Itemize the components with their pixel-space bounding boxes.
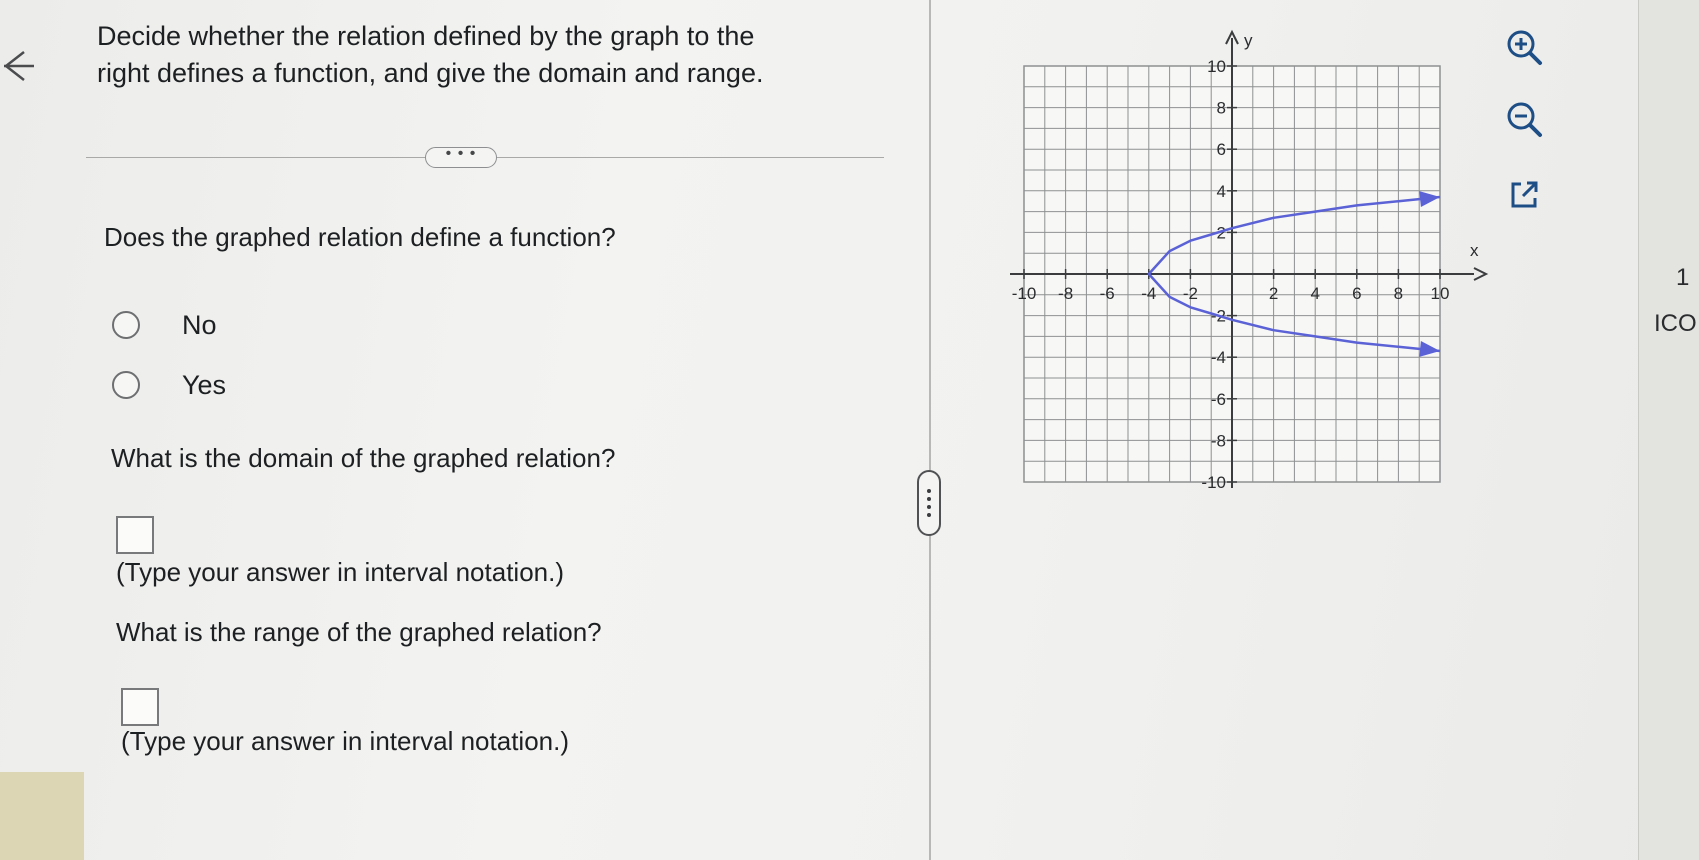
y-axis-label: y [1244,31,1253,50]
edge-number: 1 [1676,264,1690,291]
radio-yes[interactable] [112,371,140,399]
question-line-1: Decide whether the relation defined by t… [97,21,755,51]
x-tick-label: -8 [1058,284,1073,303]
option-yes[interactable]: Yes [112,365,226,405]
question-line-2: right defines a function, and give the d… [97,58,764,88]
section-divider-left [86,157,426,158]
relation-graph: xy-10 -8 -6 -4 -2 2 4 6 8 10108642-2-4-6-8-10 [1010,29,1489,492]
y-tick-label: -6 [1211,390,1226,409]
y-tick-label: 8 [1217,99,1226,118]
expand-question-button[interactable]: • • • [425,146,497,168]
y-tick-label: 4 [1217,182,1226,201]
x-tick-label: 8 [1394,284,1403,303]
range-answer-input[interactable] [121,688,159,726]
page: Decide whether the relation defined by t… [0,0,1699,860]
y-tick-label: -8 [1211,431,1226,450]
section-divider-right [497,157,884,158]
y-tick-label: -10 [1201,473,1226,492]
next-panel-edge [1638,0,1699,860]
range-hint: (Type your answer in interval notation.) [121,726,569,756]
option-no-label: No [182,309,217,340]
domain-hint: (Type your answer in interval notation.) [116,557,564,587]
domain-question: What is the domain of the graphed relati… [111,443,616,473]
zoom-out-icon[interactable] [1501,96,1547,142]
y-tick-label: 6 [1217,140,1226,159]
back-arrow-icon[interactable] [0,44,44,84]
function-question: Does the graphed relation define a funct… [104,222,616,252]
y-tick-label: 10 [1207,57,1226,76]
bottom-left-background [0,772,84,860]
panel-divider [929,0,931,860]
y-tick-label: -4 [1211,348,1226,367]
x-axis-arrow [1473,267,1489,281]
x-axis-label: x [1470,241,1479,260]
x-tick-label: -4 [1141,284,1156,303]
radio-no[interactable] [112,311,140,339]
panel-resize-handle[interactable] [917,470,941,536]
question-text: Decide whether the relation defined by t… [97,18,867,92]
x-tick-label: -2 [1183,284,1198,303]
edge-word: ICO [1654,310,1697,337]
x-tick-label: 4 [1310,284,1319,303]
zoom-in-icon[interactable] [1501,24,1547,70]
option-no[interactable]: No [112,305,217,345]
domain-answer-input[interactable] [116,516,154,554]
x-tick-label: 2 [1269,284,1278,303]
x-tick-label: 6 [1352,284,1361,303]
option-yes-label: Yes [182,369,227,400]
x-tick-label: -6 [1100,284,1115,303]
external-link-icon[interactable] [1501,172,1547,218]
range-question: What is the range of the graphed relatio… [116,617,602,647]
x-tick-label: 10 [1431,284,1450,303]
x-tick-label: -10 [1012,284,1037,303]
